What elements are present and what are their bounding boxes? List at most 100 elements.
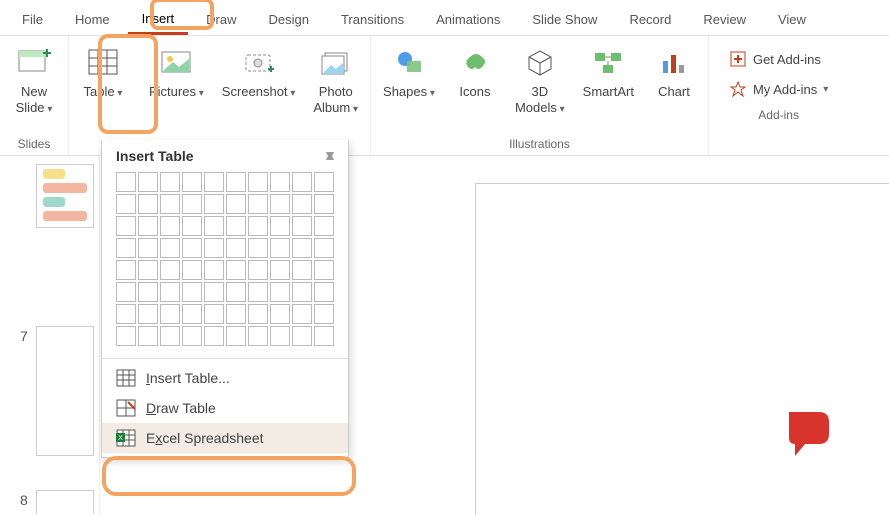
tab-insert[interactable]: Insert xyxy=(128,5,189,35)
tab-review[interactable]: Review xyxy=(689,6,760,33)
grid-cell[interactable] xyxy=(204,304,224,324)
grid-cell[interactable] xyxy=(292,326,312,346)
icons-button[interactable]: Icons xyxy=(447,40,503,104)
grid-cell[interactable] xyxy=(270,172,290,192)
grid-cell[interactable] xyxy=(116,304,136,324)
grid-cell[interactable] xyxy=(270,282,290,302)
grid-cell[interactable] xyxy=(116,216,136,236)
grid-cell[interactable] xyxy=(292,282,312,302)
tab-transitions[interactable]: Transitions xyxy=(327,6,418,33)
grid-cell[interactable] xyxy=(204,194,224,214)
grid-cell[interactable] xyxy=(138,238,158,258)
grid-cell[interactable] xyxy=(314,172,334,192)
grid-cell[interactable] xyxy=(314,216,334,236)
grid-cell[interactable] xyxy=(160,172,180,192)
grid-cell[interactable] xyxy=(116,172,136,192)
grid-cell[interactable] xyxy=(116,238,136,258)
grid-cell[interactable] xyxy=(270,238,290,258)
get-addins-button[interactable]: Get Add-ins xyxy=(725,46,832,72)
grid-cell[interactable] xyxy=(248,238,268,258)
grid-cell[interactable] xyxy=(226,194,246,214)
grid-cell[interactable] xyxy=(182,304,202,324)
screenshot-button[interactable]: Screenshot xyxy=(216,40,302,104)
draw-table-item[interactable]: Draw Table xyxy=(102,393,348,423)
grid-cell[interactable] xyxy=(182,194,202,214)
grid-cell[interactable] xyxy=(292,304,312,324)
grid-cell[interactable] xyxy=(314,238,334,258)
shapes-button[interactable]: Shapes xyxy=(377,40,441,104)
grid-cell[interactable] xyxy=(292,172,312,192)
grid-cell[interactable] xyxy=(292,260,312,280)
tab-slideshow[interactable]: Slide Show xyxy=(518,6,611,33)
grid-cell[interactable] xyxy=(204,238,224,258)
insert-table-item[interactable]: IInsert Table...nsert Table... xyxy=(102,363,348,393)
tab-animations[interactable]: Animations xyxy=(422,6,514,33)
grid-cell[interactable] xyxy=(204,260,224,280)
table-button[interactable]: Table xyxy=(75,40,131,104)
3d-models-button[interactable]: 3D Models xyxy=(509,40,571,120)
grid-cell[interactable] xyxy=(138,304,158,324)
tab-draw[interactable]: Draw xyxy=(192,6,250,33)
grid-cell[interactable] xyxy=(116,260,136,280)
grid-cell[interactable] xyxy=(116,194,136,214)
grid-cell[interactable] xyxy=(160,304,180,324)
grid-cell[interactable] xyxy=(160,260,180,280)
grid-cell[interactable] xyxy=(138,172,158,192)
grid-cell[interactable] xyxy=(248,282,268,302)
grid-cell[interactable] xyxy=(160,282,180,302)
grid-cell[interactable] xyxy=(314,326,334,346)
grid-cell[interactable] xyxy=(204,216,224,236)
grid-cell[interactable] xyxy=(270,326,290,346)
grid-cell[interactable] xyxy=(270,260,290,280)
grid-cell[interactable] xyxy=(204,282,224,302)
grid-cell[interactable] xyxy=(248,216,268,236)
grid-cell[interactable] xyxy=(248,194,268,214)
grid-cell[interactable] xyxy=(248,260,268,280)
grid-cell[interactable] xyxy=(138,282,158,302)
grid-cell[interactable] xyxy=(182,326,202,346)
grid-cell[interactable] xyxy=(314,194,334,214)
new-slide-button[interactable]: New Slide xyxy=(6,40,62,120)
slide-thumb-8[interactable] xyxy=(36,490,94,514)
grid-cell[interactable] xyxy=(270,194,290,214)
grid-cell[interactable] xyxy=(182,216,202,236)
grid-cell[interactable] xyxy=(248,172,268,192)
grid-cell[interactable] xyxy=(160,194,180,214)
chart-button[interactable]: Chart xyxy=(646,40,702,104)
insert-table-grid[interactable] xyxy=(102,170,348,354)
grid-cell[interactable] xyxy=(270,216,290,236)
tab-view[interactable]: View xyxy=(764,6,820,33)
tab-record[interactable]: Record xyxy=(615,6,685,33)
grid-cell[interactable] xyxy=(248,326,268,346)
grid-cell[interactable] xyxy=(138,194,158,214)
tab-file[interactable]: File xyxy=(8,6,57,33)
excel-spreadsheet-item[interactable]: X Excel Spreadsheet xyxy=(102,423,348,453)
grid-cell[interactable] xyxy=(314,282,334,302)
pictures-button[interactable]: Pictures xyxy=(143,40,210,104)
photo-album-button[interactable]: Photo Album xyxy=(307,40,364,120)
grid-cell[interactable] xyxy=(226,260,246,280)
grid-cell[interactable] xyxy=(248,304,268,324)
grid-cell[interactable] xyxy=(270,304,290,324)
grid-cell[interactable] xyxy=(138,326,158,346)
grid-cell[interactable] xyxy=(314,304,334,324)
my-addins-button[interactable]: My Add-ins ▾ xyxy=(725,76,832,102)
tab-home[interactable]: Home xyxy=(61,6,124,33)
grid-cell[interactable] xyxy=(292,216,312,236)
smartart-button[interactable]: SmartArt xyxy=(577,40,640,104)
grid-cell[interactable] xyxy=(182,172,202,192)
tab-design[interactable]: Design xyxy=(255,6,323,33)
grid-cell[interactable] xyxy=(138,260,158,280)
grid-cell[interactable] xyxy=(160,216,180,236)
slide-canvas[interactable] xyxy=(475,183,889,515)
slide-thumb-6[interactable] xyxy=(36,164,94,228)
grid-cell[interactable] xyxy=(226,304,246,324)
grid-cell[interactable] xyxy=(204,326,224,346)
grid-cell[interactable] xyxy=(116,282,136,302)
grid-cell[interactable] xyxy=(226,326,246,346)
grid-cell[interactable] xyxy=(292,238,312,258)
grid-cell[interactable] xyxy=(182,282,202,302)
pin-icon[interactable] xyxy=(324,150,336,162)
grid-cell[interactable] xyxy=(182,260,202,280)
grid-cell[interactable] xyxy=(116,326,136,346)
